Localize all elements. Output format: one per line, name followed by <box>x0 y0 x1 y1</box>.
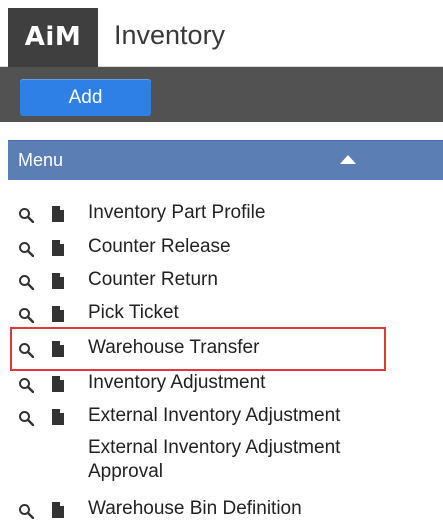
document-icon[interactable] <box>52 502 64 518</box>
menu-item-inventory-part-profile[interactable]: Inventory Part Profile <box>0 197 443 230</box>
menu-item-label[interactable]: Inventory Adjustment <box>88 370 265 396</box>
spacer <box>0 122 443 140</box>
search-icon[interactable] <box>18 377 34 393</box>
menu-item-pick-ticket[interactable]: Pick Ticket <box>0 297 443 330</box>
menu-item-label[interactable]: Inventory Part Profile <box>88 200 265 226</box>
menu-item-label[interactable]: Warehouse Bin Definition <box>88 496 302 522</box>
menu-item-inventory-adjustment[interactable]: Inventory Adjustment <box>0 367 443 400</box>
document-icon[interactable] <box>52 273 64 289</box>
menu-item-label[interactable]: External Inventory Adjustment <box>88 403 340 429</box>
search-icon[interactable] <box>18 207 34 223</box>
search-icon[interactable] <box>18 503 34 519</box>
menu-item-warehouse-transfer[interactable]: Warehouse Transfer <box>0 332 443 365</box>
page-title: Inventory <box>114 20 226 50</box>
caret-up-icon[interactable] <box>340 155 356 164</box>
menu-item-label[interactable]: Counter Return <box>88 267 218 293</box>
document-icon[interactable] <box>52 306 64 322</box>
document-icon[interactable] <box>52 376 64 392</box>
document-icon[interactable] <box>52 341 64 357</box>
menu-item-label[interactable]: Warehouse Transfer <box>88 335 259 361</box>
menu-title: Menu <box>18 150 64 170</box>
app-window: AiM Inventory Add Menu Inventory Part Pr… <box>0 0 443 522</box>
search-icon[interactable] <box>18 342 34 358</box>
menu-item-counter-return[interactable]: Counter Return <box>0 264 443 297</box>
menu-item-counter-release[interactable]: Counter Release <box>0 231 443 264</box>
search-icon[interactable] <box>18 307 34 323</box>
search-icon[interactable] <box>18 410 34 426</box>
menu-item-label[interactable]: Counter Release <box>88 234 231 260</box>
menu-item-label[interactable]: Pick Ticket <box>88 300 179 326</box>
document-icon[interactable] <box>52 409 64 425</box>
document-icon[interactable] <box>52 240 64 256</box>
menu-item-external-inventory-adjustment[interactable]: External Inventory Adjustment <box>0 400 443 433</box>
menu-item-label[interactable]: External Inventory Adjustment Approval <box>88 436 408 484</box>
menu-header[interactable]: Menu <box>8 140 443 180</box>
document-icon[interactable] <box>52 206 64 222</box>
search-icon[interactable] <box>18 241 34 257</box>
top-bar: AiM Inventory <box>0 0 443 67</box>
add-button[interactable]: Add <box>20 79 151 116</box>
aim-logo[interactable]: AiM <box>8 8 98 67</box>
search-icon[interactable] <box>18 274 34 290</box>
menu-item-external-inventory-adjustment-approval[interactable]: External Inventory Adjustment Approval <box>0 433 443 489</box>
menu-item-warehouse-bin-definition[interactable]: Warehouse Bin Definition <box>0 493 443 526</box>
